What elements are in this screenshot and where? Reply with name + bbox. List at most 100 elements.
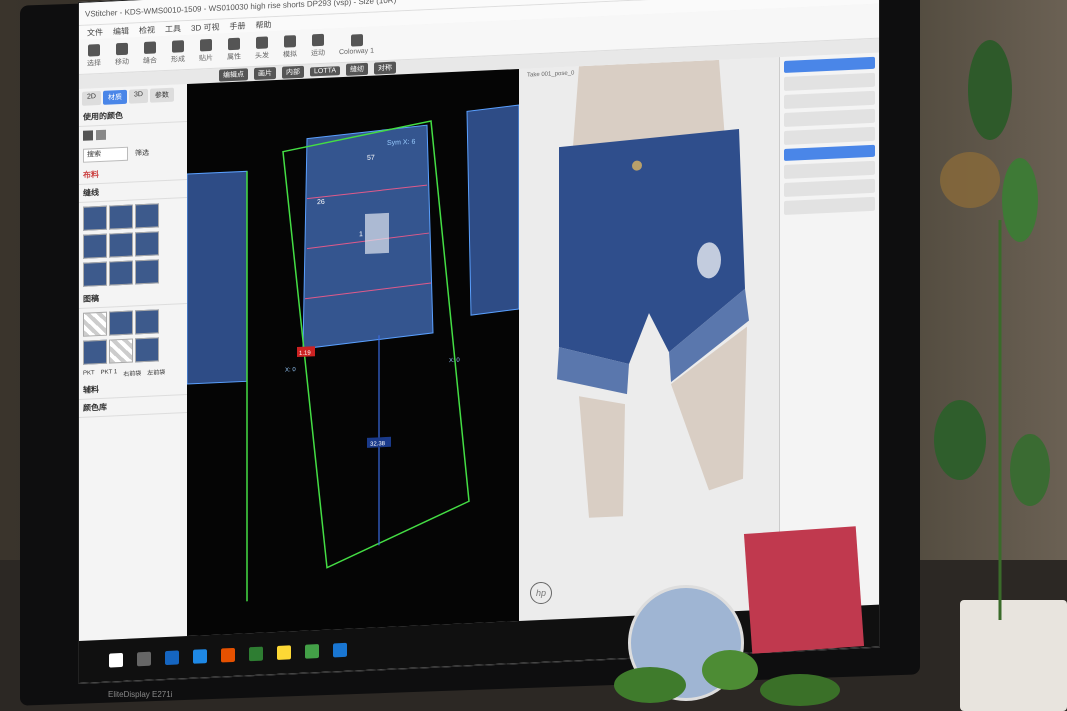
chrome-icon[interactable] [305,644,319,659]
menu-item-view[interactable]: 检视 [139,24,155,36]
sew-button[interactable]: 缝纫 [346,62,369,76]
piece-button[interactable]: 画片 [254,67,276,81]
folder-icon[interactable] [277,645,291,660]
property-row[interactable] [784,72,875,91]
artwork-swatches [79,304,187,369]
decorative-card [743,526,865,654]
measure-57: 57 [367,155,375,162]
menu-item-tools[interactable]: 工具 [165,23,181,35]
tab-material[interactable]: 材质 [102,89,127,105]
swatch[interactable] [83,261,107,287]
stitch-swatches [79,198,187,291]
tab-2d[interactable]: 2D [82,90,101,106]
plant-bottom [614,650,840,706]
measure-1: 1 [359,231,363,238]
photoshop-icon[interactable] [165,650,179,666]
pattern-canvas[interactable]: Sym X: 6 57 26 1 34 1.19 32.38 X: 0 X: 0 [187,69,519,636]
colorway-selector[interactable]: Colorway 1 [339,33,374,56]
search-icon[interactable] [137,651,151,667]
library-panel: 2D 材质 3D 参数 使用的颜色 搜索 筛选 布料 缝线 图稿 PKT PKT… [79,84,188,641]
swatch[interactable] [109,232,133,258]
filter-dropdown[interactable]: 筛选 [135,148,149,159]
swatch[interactable] [83,339,107,365]
distress-patch[interactable] [365,212,389,254]
move-icon [116,42,128,56]
tool-simulate[interactable]: 模拟 [283,35,297,60]
swatch[interactable] [109,204,133,230]
edit-points-button[interactable]: 编辑点 [219,68,248,82]
x-label-left: X: 0 [285,367,296,374]
3d-avatar-window[interactable]: Take 001_pose_0 [519,57,779,621]
menu-item-help[interactable]: 帮助 [255,19,271,31]
swatch[interactable] [135,309,159,335]
swatch[interactable] [135,203,159,229]
plant-right [934,40,1050,620]
section-color-library[interactable]: 颜色库 [79,395,187,418]
vstitcher-icon[interactable] [333,642,347,658]
monitor-model-label: EliteDisplay E271i [108,690,173,699]
pen-icon [228,37,240,51]
tool-motion[interactable]: 运动 [311,33,325,59]
tool-property[interactable]: 属性 [227,37,241,63]
lotta-button[interactable]: LOTTA [310,65,341,76]
figure-icon [256,36,268,49]
tab-params[interactable]: 参数 [149,87,174,103]
color-chip[interactable] [96,129,106,141]
swatch[interactable] [135,259,159,285]
property-row[interactable] [784,160,875,179]
swatch[interactable] [83,311,107,337]
tool-stitch[interactable]: 缝合 [143,41,157,66]
swatch[interactable] [83,233,107,259]
property-header[interactable] [784,144,875,161]
x-label-right: X: 0 [449,358,460,365]
swatch[interactable] [135,337,159,363]
tab-3d[interactable]: 3D [128,88,148,104]
property-header[interactable] [784,56,875,73]
swatch[interactable] [109,310,133,336]
illustrator-icon[interactable] [221,647,235,663]
tool-patch[interactable]: 贴片 [199,38,213,64]
property-row[interactable] [784,196,875,215]
excel-icon[interactable] [249,646,263,662]
pattern-piece-right[interactable] [466,104,519,316]
tool-move[interactable]: 移动 [115,42,129,68]
hp-logo: hp [530,582,552,604]
tool-hair[interactable]: 头发 [255,36,269,61]
pattern-piece-left[interactable] [187,170,248,385]
menu-item-file[interactable]: 文件 [87,26,103,38]
color-chip[interactable] [83,130,93,141]
patch-icon [200,38,212,52]
property-row[interactable] [784,90,875,109]
avatar-leg-left [579,396,625,518]
2d-pattern-window[interactable]: Sym X: 6 57 26 1 34 1.19 32.38 X: 0 X: 0 [187,68,519,637]
tool-select[interactable]: 选择 [87,44,101,69]
internal-button[interactable]: 内部 [282,65,304,79]
property-row[interactable] [784,178,875,197]
simulate-icon [284,35,296,48]
property-row[interactable] [784,126,875,145]
tool-form[interactable]: 形成 [171,40,185,65]
cursor-icon [88,44,100,57]
search-input[interactable]: 搜索 [83,146,128,163]
menu-item-manual[interactable]: 手册 [229,20,245,32]
property-row[interactable] [784,108,875,127]
menu-item-3d[interactable]: 3D 可视 [191,21,219,33]
palette-icon [172,40,184,53]
measure-26: 26 [317,199,325,206]
value-32-38: 32.38 [370,441,386,448]
value-1-19: 1.19 [299,350,311,357]
edge-icon[interactable] [193,649,207,664]
windows-start-icon[interactable] [109,652,123,668]
stitch-icon [144,41,156,55]
motion-icon [312,33,324,47]
avatar-canvas[interactable] [519,57,779,621]
symmetry-button[interactable]: 对称 [374,61,397,75]
menu-item-edit[interactable]: 编辑 [113,25,129,37]
swatch[interactable] [83,205,107,231]
sym-label: Sym X: 6 [387,139,415,147]
swatch[interactable] [135,231,159,257]
swatch[interactable] [109,338,133,364]
colorway-icon [350,33,363,47]
swatch[interactable] [109,260,133,286]
property-panel [779,52,879,610]
